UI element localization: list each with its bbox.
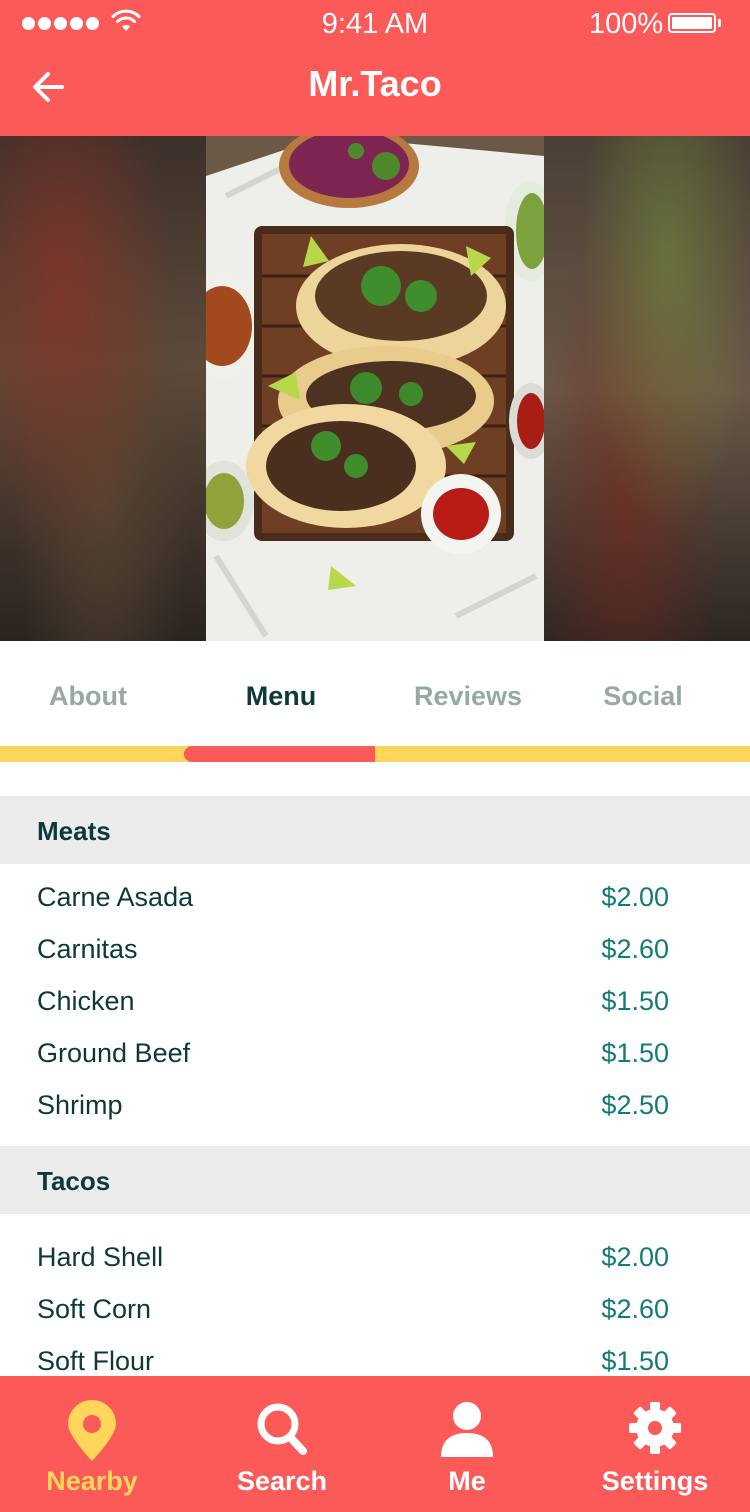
menu-item[interactable]: Ground Beef $1.50 bbox=[0, 1028, 750, 1080]
nav-search[interactable]: Search bbox=[188, 1376, 376, 1512]
search-icon bbox=[257, 1403, 307, 1455]
section-header-meats: Meats bbox=[0, 796, 750, 864]
menu-item-name: Shrimp bbox=[37, 1090, 123, 1120]
menu-item[interactable]: Shrimp $2.50 bbox=[0, 1080, 750, 1132]
menu-item-price: $2.00 bbox=[601, 1242, 669, 1272]
menu-item-price: $2.60 bbox=[601, 934, 669, 964]
hero-blur-left bbox=[0, 136, 206, 641]
menu-item-name: Chicken bbox=[37, 986, 135, 1016]
nav-label: Nearby bbox=[46, 1466, 138, 1496]
page-title: Mr.Taco bbox=[308, 63, 442, 104]
menu-item-price: $2.60 bbox=[601, 1294, 669, 1324]
battery-percent: 100% bbox=[589, 8, 664, 40]
menu-item-name: Soft Corn bbox=[37, 1294, 152, 1324]
tab-reviews[interactable]: Reviews bbox=[374, 681, 562, 712]
restaurant-hero-image bbox=[0, 136, 750, 641]
hero-blur-right bbox=[544, 136, 750, 641]
nav-me[interactable]: Me bbox=[373, 1376, 561, 1512]
menu-item-name: Carnitas bbox=[37, 934, 138, 964]
app-header: 9:41 AM 100% Mr.Taco bbox=[0, 0, 750, 136]
menu-item-price: $2.00 bbox=[601, 882, 669, 912]
menu-item-name: Ground Beef bbox=[37, 1038, 191, 1068]
menu-item[interactable]: Soft Corn $2.60 bbox=[0, 1284, 750, 1336]
menu-item-price: $1.50 bbox=[601, 1346, 669, 1376]
menu-item-price: $1.50 bbox=[601, 1038, 669, 1068]
status-bar: 9:41 AM 100% bbox=[0, 0, 750, 48]
user-icon bbox=[441, 1402, 493, 1457]
menu-item[interactable]: Carne Asada $2.00 bbox=[0, 872, 750, 924]
battery-icon bbox=[668, 13, 716, 33]
menu-item-name: Soft Flour bbox=[37, 1346, 155, 1376]
menu-item-price: $1.50 bbox=[601, 986, 669, 1016]
menu-item-name: Carne Asada bbox=[37, 882, 194, 912]
bottom-navigation: Nearby Search Me Settings bbox=[0, 1376, 750, 1512]
nav-label: Search bbox=[236, 1466, 328, 1496]
tab-track bbox=[0, 746, 750, 762]
gear-icon bbox=[629, 1402, 681, 1454]
tab-social[interactable]: Social bbox=[549, 681, 737, 712]
menu-item[interactable]: Chicken $1.50 bbox=[0, 976, 750, 1028]
detail-tabs: About Menu Reviews Social bbox=[0, 641, 750, 763]
menu-item[interactable]: Hard Shell $2.00 bbox=[0, 1232, 750, 1284]
section-title: Tacos bbox=[37, 1166, 111, 1196]
menu-item[interactable]: Carnitas $2.60 bbox=[0, 924, 750, 976]
battery-tip bbox=[718, 19, 721, 27]
active-tab-indicator bbox=[184, 746, 375, 762]
nav-label: Settings bbox=[601, 1466, 709, 1496]
nav-label: Me bbox=[448, 1466, 486, 1496]
map-pin-icon bbox=[68, 1400, 116, 1461]
tab-menu[interactable]: Menu bbox=[187, 681, 375, 712]
menu-item-name: Hard Shell bbox=[37, 1242, 164, 1272]
nav-nearby[interactable]: Nearby bbox=[0, 1376, 186, 1512]
section-header-tacos: Tacos bbox=[0, 1146, 750, 1214]
section-title: Meats bbox=[37, 816, 111, 846]
tab-about[interactable]: About bbox=[0, 681, 182, 712]
nav-settings[interactable]: Settings bbox=[561, 1376, 749, 1512]
menu-item-price: $2.50 bbox=[601, 1090, 669, 1120]
tacos-photo bbox=[206, 136, 544, 641]
